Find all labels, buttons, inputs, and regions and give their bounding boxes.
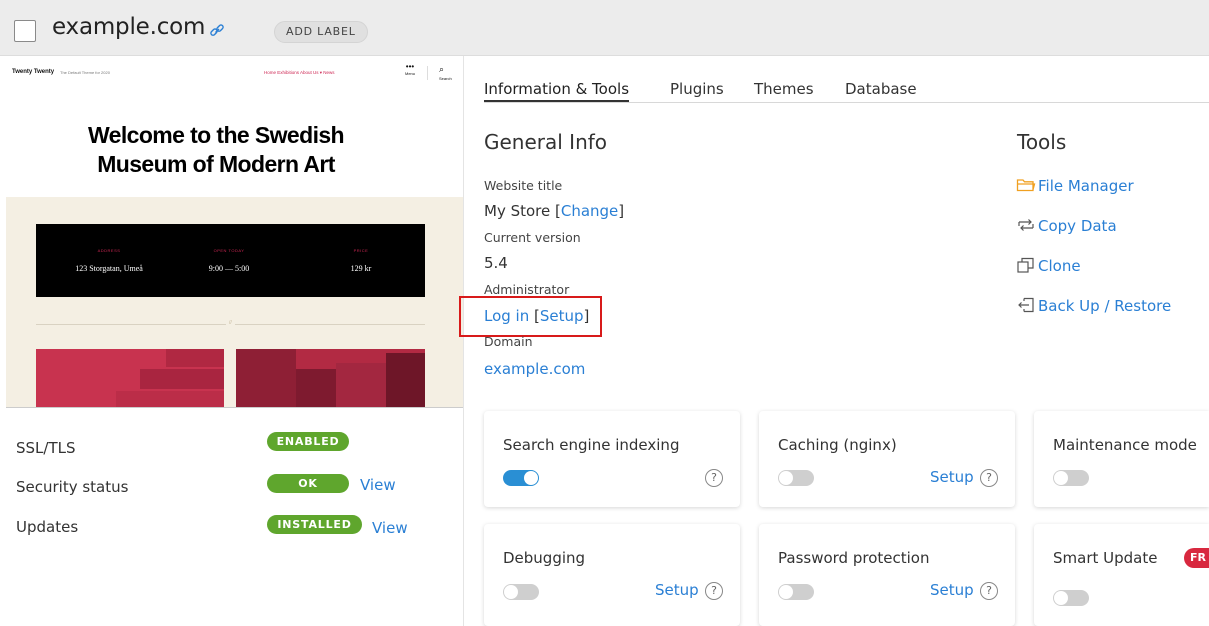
ssl-label: SSL/TLS <box>16 439 76 457</box>
preview-price: PRICE 129 kr <box>350 248 372 273</box>
search-indexing-toggle[interactable] <box>503 470 539 486</box>
highlight-box <box>459 296 602 337</box>
add-label-button[interactable]: ADD LABEL <box>274 21 368 43</box>
debugging-card: Debugging Setup ? <box>484 524 740 626</box>
help-icon[interactable]: ? <box>705 582 723 600</box>
smart-update-title: Smart Update <box>1053 549 1158 567</box>
tools-title: Tools <box>1017 130 1067 154</box>
clone-link[interactable]: Clone <box>1016 257 1081 275</box>
preview-menu-icon: ••• Menu <box>404 62 415 77</box>
preview-search-icon: ⌕ Search <box>439 64 452 81</box>
password-protection-toggle[interactable] <box>778 584 814 600</box>
preview-open-today: OPEN TODAY 9:00 — 5:00 <box>208 248 250 273</box>
site-name[interactable]: example.com <box>52 14 205 40</box>
link-icon[interactable] <box>207 21 227 41</box>
password-setup-link[interactable]: Setup <box>930 581 974 599</box>
backup-restore-link[interactable]: Back Up / Restore <box>1016 297 1171 315</box>
debugging-toggle[interactable] <box>503 584 539 600</box>
preview-address: ADDRESS 123 Storgatan, Umeå <box>75 248 143 273</box>
tab-themes[interactable]: Themes <box>754 80 814 98</box>
caching-toggle[interactable] <box>778 470 814 486</box>
tab-plugins[interactable]: Plugins <box>670 80 724 98</box>
security-status-label: Security status <box>16 478 129 496</box>
site-header: example.com ADD LABEL <box>0 0 1209 56</box>
administrator-label: Administrator <box>484 282 570 297</box>
search-indexing-card: Search engine indexing ? <box>484 411 740 507</box>
updates-label: Updates <box>16 518 79 536</box>
preview-image-left <box>36 349 224 407</box>
preview-info-box: ADDRESS 123 Storgatan, Umeå OPEN TODAY 9:0… <box>36 224 425 297</box>
clone-icon <box>1017 257 1034 273</box>
free-trial-badge: FR <box>1184 548 1209 568</box>
copy-data-icon <box>1018 219 1034 231</box>
copy-data-link[interactable]: Copy Data <box>1016 217 1117 235</box>
maintenance-title: Maintenance mode <box>1053 436 1197 454</box>
select-site-checkbox[interactable] <box>14 20 36 42</box>
updates-installed-badge: INSTALLED <box>267 515 362 534</box>
caching-card: Caching (nginx) Setup ? <box>759 411 1015 507</box>
current-version-value: 5.4 <box>484 254 508 272</box>
tab-database[interactable]: Database <box>845 80 917 98</box>
help-icon[interactable]: ? <box>980 582 998 600</box>
preview-headline: Welcome to the Swedish Museum of Modern … <box>87 122 345 177</box>
caching-setup-link[interactable]: Setup <box>930 468 974 486</box>
updates-view-link[interactable]: View <box>372 519 408 537</box>
maintenance-card: Maintenance mode <box>1034 411 1209 507</box>
general-info-title: General Info <box>484 130 608 154</box>
website-title-label: Website title <box>484 178 563 193</box>
folder-icon <box>1016 179 1036 192</box>
domain-link[interactable]: example.com <box>484 360 585 378</box>
password-protection-card: Password protection Setup ? <box>759 524 1015 626</box>
site-overview-pane: Twenty Twenty The Default Theme for 2020… <box>0 56 464 626</box>
smart-update-card: Smart Update FR <box>1034 524 1209 626</box>
domain-label: Domain <box>484 334 533 349</box>
password-protection-title: Password protection <box>778 549 930 567</box>
file-manager-link[interactable]: File Manager <box>1016 177 1134 195</box>
caching-title: Caching (nginx) <box>778 436 897 454</box>
tab-information-tools[interactable]: Information & Tools <box>484 80 630 102</box>
backup-icon <box>1018 297 1034 313</box>
preview-divider-mark: // <box>226 320 235 326</box>
preview-image-right <box>236 349 425 407</box>
maintenance-toggle[interactable] <box>1053 470 1089 486</box>
website-title-value: My Store [Change] <box>484 202 625 220</box>
preview-tagline: The Default Theme for 2020 <box>60 70 110 75</box>
security-view-link[interactable]: View <box>360 476 396 494</box>
smart-update-toggle[interactable] <box>1053 590 1089 606</box>
debugging-setup-link[interactable]: Setup <box>655 581 699 599</box>
current-version-label: Current version <box>484 230 581 245</box>
search-indexing-title: Search engine indexing <box>503 436 680 454</box>
debugging-title: Debugging <box>503 549 586 567</box>
security-ok-badge: OK <box>267 474 349 493</box>
help-icon[interactable]: ? <box>980 469 998 487</box>
site-preview-thumbnail[interactable]: Twenty Twenty The Default Theme for 2020… <box>6 56 463 408</box>
site-tabs: Information & Tools Plugins Themes Datab… <box>484 80 1209 103</box>
change-title-link[interactable]: Change <box>561 202 618 220</box>
ssl-enabled-badge: ENABLED <box>267 432 349 451</box>
preview-nav-separator <box>427 66 428 80</box>
preview-brand: Twenty Twenty <box>12 69 55 75</box>
help-icon[interactable]: ? <box>705 469 723 487</box>
preview-nav: Home Exhibitions About Us ▾ News <box>264 70 335 75</box>
